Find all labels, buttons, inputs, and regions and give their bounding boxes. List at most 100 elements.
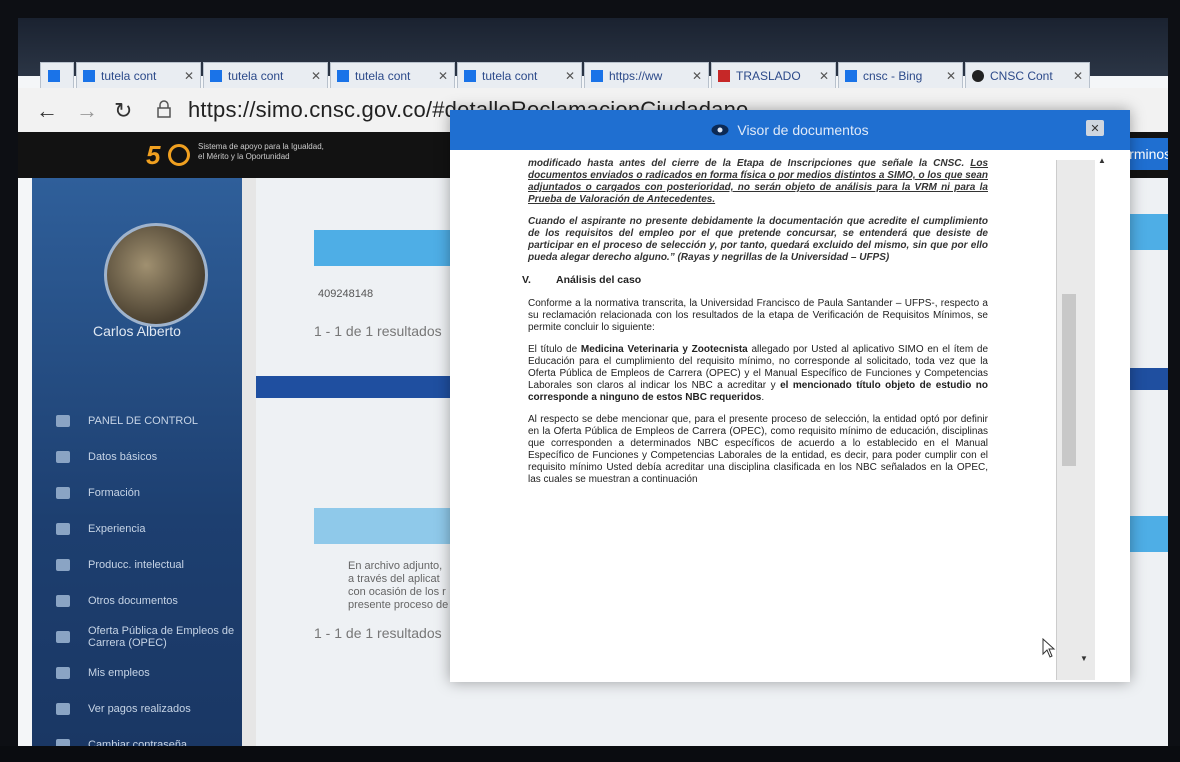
results-count-bottom: 1 - 1 de 1 resultados [314,625,442,641]
mouse-cursor-icon [1042,638,1056,658]
close-tab-icon[interactable]: ✕ [692,69,702,83]
cnsc-icon [972,69,984,82]
sidebar-item[interactable]: Oferta Pública de Empleos de Carrera (OP… [32,619,242,655]
tab-list-icon [48,69,60,82]
close-tab-icon[interactable]: ✕ [311,69,321,83]
tab-label: tutela cont [228,68,284,83]
sidebar-item[interactable]: Otros documentos [32,583,242,619]
sidebar-item-label: Formación [88,487,140,499]
tab-label: cnsc - Bing [863,68,923,83]
tab-label: https://ww [609,68,663,83]
sidebar-item-label: Mis empleos [88,667,150,679]
close-button[interactable]: ✕ [1086,120,1104,136]
sidebar-item[interactable]: Ver pagos realizados [32,691,242,727]
menu-item-icon [56,415,70,427]
menu-item-icon [56,739,70,746]
sidebar-scrollbar[interactable] [242,178,256,746]
sidebar-item[interactable]: Experiencia [32,511,242,547]
document-page: modificado hasta antes del cierre de la … [522,158,989,496]
scroll-down-icon[interactable]: ▼ [1080,654,1088,663]
sidebar-item-label: Experiencia [88,523,146,535]
word-doc-icon [210,69,222,82]
browser-chrome: tutela cont ✕ tutela cont ✕ tutela cont ✕ tute… [18,18,1168,88]
browser-tab[interactable]: tutela cont ✕ [76,62,201,88]
document-canvas[interactable]: modificado hasta antes del cierre de la … [450,150,1130,682]
sidebar-item-label: PANEL DE CONTROL [88,415,199,427]
browser-tab[interactable] [40,62,74,88]
right-section-bar-2 [1128,516,1168,552]
close-tab-icon[interactable]: ✕ [565,69,575,83]
menu-item-icon [56,487,70,499]
quote-paragraph-2: Cuando el aspirante no presente debidame… [528,216,988,263]
user-name: Carlos Alberto [93,323,181,339]
sidebar-item-label: Producc. intelectual [88,559,184,571]
modal-title: Visor de documentos [737,122,869,138]
analysis-paragraph-2: El título de Medicina Veterinaria y Zoot… [528,344,989,403]
right-section-bar [1128,214,1168,250]
tab-label: tutela cont [101,68,157,83]
section-number: V. [522,274,531,286]
close-tab-icon[interactable]: ✕ [1073,69,1083,83]
id-number: 409248148 [318,288,374,300]
avatar [104,223,208,327]
sidebar-item[interactable]: PANEL DE CONTROL [32,403,242,439]
close-tab-icon[interactable]: ✕ [819,69,829,83]
quote-paragraph-1: modificado hasta antes del cierre de la … [528,158,988,206]
tab-label: tutela cont [355,68,411,83]
word-doc-icon [337,69,349,82]
simo-logo-ring-icon [168,144,190,166]
scroll-up-icon[interactable]: ▲ [1098,156,1106,165]
close-tab-icon[interactable]: ✕ [184,69,194,83]
browser-tab[interactable]: CNSC Cont ✕ [965,62,1090,88]
close-tab-icon[interactable]: ✕ [946,69,956,83]
browser-tab[interactable]: https://ww ✕ [584,62,709,88]
browser-tab[interactable]: tutela cont ✕ [203,62,328,88]
close-tab-icon[interactable]: ✕ [438,69,448,83]
sidebar-item[interactable]: Cambiar contraseña [32,727,242,746]
eye-icon [711,124,729,136]
tagline-line-2: el Mérito y la Oportunidad [198,152,290,161]
reload-icon[interactable]: ↻ [114,98,132,124]
menu-item-icon [56,667,70,679]
browser-tab[interactable]: tutela cont ✕ [330,62,455,88]
analysis-paragraph-1: Conforme a la normativa transcrita, la U… [528,298,988,333]
section-title: Análisis del caso [556,274,642,286]
browser-tab[interactable]: TRASLADO ✕ [711,62,836,88]
document-viewer-modal: Visor de documentos ✕ modificado hasta a… [450,110,1130,682]
browser-tab[interactable]: cnsc - Bing ✕ [838,62,963,88]
pdf-icon [718,69,730,82]
back-arrow-icon[interactable]: ← [36,98,58,124]
sidebar-item-label: Otros documentos [88,595,178,607]
sidebar-item[interactable]: Formación [32,475,242,511]
sidebar-item-label: Cambiar contraseña [88,739,188,746]
word-doc-icon [464,69,476,82]
document-scroll-thumb[interactable] [1062,294,1076,466]
monitor-screen: tutela cont ✕ tutela cont ✕ tutela cont ✕ tute… [18,18,1168,746]
section-heading: V. Análisis del caso [522,274,988,286]
menu-item-icon [56,703,70,715]
menu-item-icon [56,559,70,571]
forward-arrow-icon[interactable]: → [76,98,98,124]
bing-icon [845,69,857,82]
word-doc-icon [591,69,603,82]
sidebar-item-label: Ver pagos realizados [88,703,191,715]
menu-item-icon [56,631,70,643]
lock-icon [157,100,171,118]
app-tagline: Sistema de apoyo para la Igualdad, el Mé… [198,142,324,162]
sidebar-item[interactable]: Datos básicos [32,439,242,475]
menu-item-icon [56,595,70,607]
sidebar-menu: PANEL DE CONTROL Datos básicos Formación Ex… [32,403,242,746]
menu-item-icon [56,451,70,463]
sidebar-item[interactable]: Producc. intelectual [32,547,242,583]
degree-title: Medicina Veterinaria y Zootecnista [580,344,748,355]
tab-bar [256,376,476,398]
tagline-line-1: Sistema de apoyo para la Igualdad, [198,142,324,151]
para-2-lead: El título de [528,344,578,355]
sidebar-item[interactable]: Mis empleos [32,655,242,691]
modal-header: Visor de documentos ✕ [450,110,1130,150]
browser-tab[interactable]: tutela cont ✕ [457,62,582,88]
tab-label: tutela cont [482,68,538,83]
sidebar-item-label: Oferta Pública de Empleos de Carrera (OP… [88,625,235,649]
quote-1-text: modificado hasta antes del cierre de la … [528,158,965,169]
analysis-paragraph-3: Al respecto se debe mencionar que, para … [528,414,988,485]
